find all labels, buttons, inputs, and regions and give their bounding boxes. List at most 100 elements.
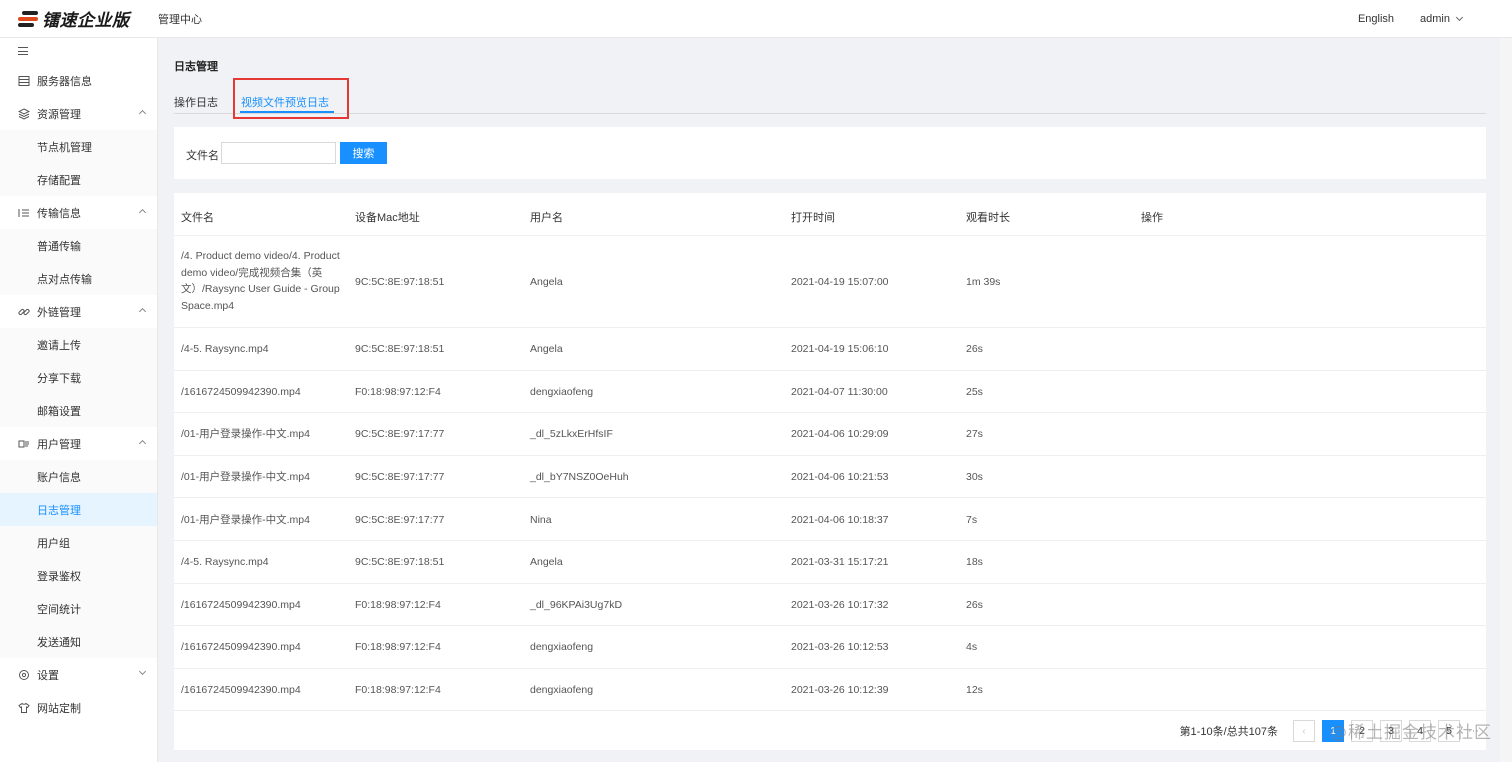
sidebar-item-14[interactable]: 用户组 xyxy=(0,526,157,559)
user-menu[interactable]: admin xyxy=(1420,13,1464,25)
cell-mac: 9C:5C:8E:97:18:51 xyxy=(355,276,445,288)
column-header-user: 用户名 xyxy=(530,212,563,224)
table-row[interactable]: /4-5. Raysync.mp4 9C:5C:8E:97:18:51 Angela… xyxy=(174,328,1486,371)
table-row[interactable]: /1616724509942390.mp4 F0:18:98:97:12:F4 _d… xyxy=(174,584,1486,627)
cell-username: _dl_5zLkxErHfsIF xyxy=(530,428,613,441)
cell-mac: 9C:5C:8E:97:18:51 xyxy=(355,343,445,356)
table-row[interactable]: /4-5. Raysync.mp4 9C:5C:8E:97:18:51 Angela… xyxy=(174,541,1486,584)
sidebar-item-label: 分享下载 xyxy=(37,372,81,385)
server-icon xyxy=(18,75,30,87)
sidebar-item-8[interactable]: 邀请上传 xyxy=(0,328,157,361)
sidebar-item-12[interactable]: 账户信息 xyxy=(0,460,157,493)
sidebar-item-9[interactable]: 分享下载 xyxy=(0,361,157,394)
cell-open-time: 2021-04-06 10:29:09 xyxy=(791,428,889,441)
logo[interactable]: 镭速企业版 xyxy=(18,6,158,31)
sidebar-group-1[interactable]: 资源管理 xyxy=(0,97,157,130)
sidebar-group-0[interactable]: 服务器信息 xyxy=(0,64,157,97)
table-row[interactable]: /01-用户登录操作-中文.mp4 9C:5C:8E:97:17:77 Nina 20… xyxy=(174,498,1486,541)
sidebar-item-17[interactable]: 发送通知 xyxy=(0,625,157,658)
tab-operation-log[interactable]: 操作日志 xyxy=(174,94,218,110)
cell-duration: 18s xyxy=(966,556,983,569)
cell-duration: 7s xyxy=(966,513,978,526)
cell-duration: 26s xyxy=(966,598,983,611)
filename-input[interactable] xyxy=(221,142,336,164)
sidebar-item-label: 普通传输 xyxy=(37,240,81,253)
tab-bar: 操作日志 视频文件预览日志 xyxy=(174,88,1486,114)
search-button[interactable]: 搜索 xyxy=(340,142,387,164)
cell-open-time: 2021-03-26 10:17:32 xyxy=(791,598,889,611)
sidebar-item-label: 邮箱设置 xyxy=(37,405,81,418)
cell-mac: F0:18:98:97:12:F4 xyxy=(355,684,441,697)
cell-username: _dl_96KPAi3Ug7kD xyxy=(530,598,623,611)
user-name: admin xyxy=(1420,13,1450,25)
cell-open-time: 2021-04-19 15:07:00 xyxy=(791,276,889,288)
sidebar-item-3[interactable]: 存储配置 xyxy=(0,163,157,196)
cell-duration: 26s xyxy=(966,343,983,356)
table-row[interactable]: /1616724509942390.mp4 F0:18:98:97:12:F4 de… xyxy=(174,669,1486,712)
sidebar-item-label: 传输信息 xyxy=(37,207,81,220)
sidebar-item-label: 节点机管理 xyxy=(37,141,92,154)
chevron-down-icon xyxy=(138,667,147,676)
cell-username: Angela xyxy=(530,556,563,569)
sidebar-group-18[interactable]: 设置 xyxy=(0,658,157,691)
column-header-open-time: 打开时间 xyxy=(791,212,835,224)
sidebar-item-label: 设置 xyxy=(37,669,59,682)
cell-filename: /1616724509942390.mp4 xyxy=(181,684,301,697)
sidebar-group-19[interactable]: 网站定制 xyxy=(0,691,157,724)
cell-open-time: 2021-04-06 10:21:53 xyxy=(791,471,889,484)
cell-duration: 4s xyxy=(966,641,978,654)
sidebar-item-2[interactable]: 节点机管理 xyxy=(0,130,157,163)
sidebar-toggle[interactable] xyxy=(0,38,157,64)
cell-open-time: 2021-04-06 10:18:37 xyxy=(791,513,889,526)
sidebar-item-15[interactable]: 登录鉴权 xyxy=(0,559,157,592)
table-row[interactable]: /1616724509942390.mp4 F0:18:98:97:12:F4 de… xyxy=(174,371,1486,414)
cell-mac: 9C:5C:8E:97:17:77 xyxy=(355,513,445,526)
menu-fold-icon xyxy=(18,47,28,55)
prev-page-button[interactable]: ‹ xyxy=(1293,720,1315,742)
watermark: @稀土掘金技术社区 xyxy=(1330,723,1492,743)
cell-open-time: 2021-03-31 15:17:21 xyxy=(791,556,889,569)
chevron-up-icon xyxy=(138,208,147,217)
sidebar-item-label: 点对点传输 xyxy=(37,273,92,286)
table-row[interactable]: /1616724509942390.mp4 F0:18:98:97:12:F4 de… xyxy=(174,626,1486,669)
sidebar-group-4[interactable]: 传输信息 xyxy=(0,196,157,229)
sidebar-item-5[interactable]: 普通传输 xyxy=(0,229,157,262)
cell-filename: /1616724509942390.mp4 xyxy=(181,598,301,611)
table-row[interactable]: /01-用户登录操作-中文.mp4 9C:5C:8E:97:17:77 _dl_bY… xyxy=(174,456,1486,499)
sidebar-item-6[interactable]: 点对点传输 xyxy=(0,262,157,295)
cell-mac: F0:18:98:97:12:F4 xyxy=(355,598,441,611)
header-title: 管理中心 xyxy=(158,13,202,26)
column-header-mac: 设备Mac地址 xyxy=(355,212,420,224)
shirt-icon xyxy=(18,702,30,714)
table-row[interactable]: /01-用户登录操作-中文.mp4 9C:5C:8E:97:17:77 _dl_5z… xyxy=(174,413,1486,456)
cell-filename: /1616724509942390.mp4 xyxy=(181,641,301,654)
cell-mac: F0:18:98:97:12:F4 xyxy=(355,641,441,654)
cell-duration: 1m 39s xyxy=(966,276,1001,288)
page-scrollbar[interactable] xyxy=(1500,38,1512,762)
sidebar-group-11[interactable]: 用户管理 xyxy=(0,427,157,460)
sidebar-group-7[interactable]: 外链管理 xyxy=(0,295,157,328)
pagination-summary: 第1-10条/总共107条 xyxy=(1179,726,1278,738)
logo-icon xyxy=(18,10,38,28)
sidebar-item-13[interactable]: 日志管理 xyxy=(0,493,157,526)
cell-filename: /4-5. Raysync.mp4 xyxy=(181,343,269,356)
cell-filename: /01-用户登录操作-中文.mp4 xyxy=(181,471,310,484)
cell-filename: /01-用户登录操作-中文.mp4 xyxy=(181,513,310,526)
chevron-up-icon xyxy=(138,109,147,118)
language-switch[interactable]: English xyxy=(1358,13,1394,25)
sidebar-item-label: 用户管理 xyxy=(37,438,81,451)
cell-open-time: 2021-04-19 15:06:10 xyxy=(791,343,889,356)
cell-filename: /4-5. Raysync.mp4 xyxy=(181,556,269,569)
users-icon xyxy=(18,438,30,450)
cell-filename: /4. Product demo video/4. Product demo v… xyxy=(181,250,340,312)
sidebar-item-10[interactable]: 邮箱设置 xyxy=(0,394,157,427)
chevron-up-icon xyxy=(138,307,147,316)
link-icon xyxy=(18,306,30,318)
table-row[interactable]: /4. Product demo video/4. Product demo v… xyxy=(174,236,1486,328)
sidebar-item-label: 用户组 xyxy=(37,537,70,550)
logo-text: 镭速企业版 xyxy=(42,11,130,30)
cell-open-time: 2021-04-07 11:30:00 xyxy=(791,385,888,398)
sidebar-item-16[interactable]: 空间统计 xyxy=(0,592,157,625)
sidebar-item-label: 账户信息 xyxy=(37,471,81,484)
sidebar-item-label: 网站定制 xyxy=(37,702,81,715)
